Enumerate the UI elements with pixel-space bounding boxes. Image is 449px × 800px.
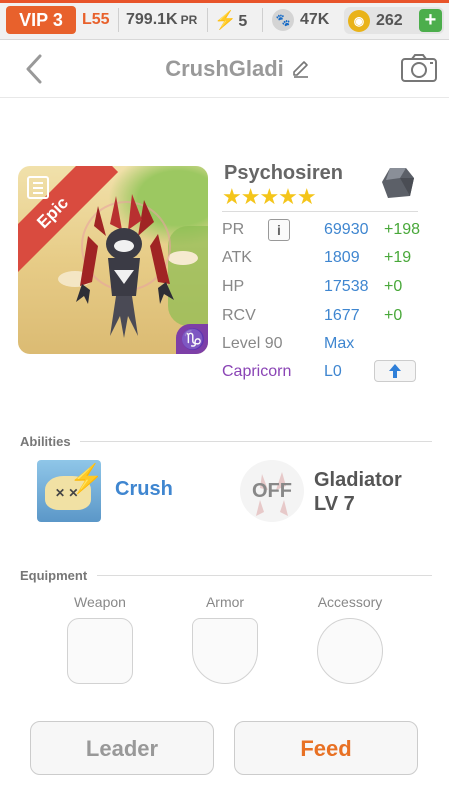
paw-value: 47K (300, 11, 330, 28)
leader-button[interactable]: Leader (30, 721, 214, 775)
accessory-slot-label: Accessory (317, 594, 383, 610)
coin-counter[interactable]: ◉ 262 + (344, 7, 444, 34)
passive-ability-name: Gladiator (314, 469, 402, 491)
energy-value: 5 (238, 13, 248, 30)
paw-icon: 🐾 (272, 9, 294, 31)
element-stone-icon (382, 168, 414, 198)
abilities-section-title: Abilities (20, 434, 71, 449)
crush-ability-icon[interactable]: ⚡ ✕ ✕ (37, 460, 101, 522)
armor-slot[interactable] (192, 618, 258, 684)
page-title: CrushGladi (165, 56, 284, 81)
passive-ability-level: LV 7 (314, 493, 355, 515)
stat-row-zodiac: Capricorn L0 (222, 358, 432, 386)
ability-eyes: ✕ ✕ (55, 486, 79, 500)
status-bar: VIP 3 L55 799.1K PR ⚡ 5 🐾 47K ◉ 262 + (0, 0, 449, 40)
capricorn-icon: ♑ (176, 324, 208, 354)
monster-portrait[interactable]: Epic ♑ (18, 166, 208, 354)
active-ability-name[interactable]: Crush (115, 478, 173, 501)
stat-row-rcv: RCV 1677 +0 (222, 302, 432, 330)
feed-button[interactable]: Feed (234, 721, 418, 775)
stat-row-atk: ATK 1809 +19 (222, 244, 432, 272)
status-bar-accent (0, 0, 449, 3)
stat-bonus: +198 (384, 221, 421, 238)
stat-bonus: +0 (384, 278, 403, 295)
gladiator-ability-icon[interactable]: OFF (240, 460, 304, 522)
divider (80, 441, 432, 442)
stat-label: HP (222, 278, 245, 295)
coin-value: 262 (376, 12, 403, 29)
stat-row-hp: HP 17538 +0 (222, 273, 432, 301)
coin-icon: ◉ (348, 10, 370, 32)
header: CrushGladi (0, 40, 449, 98)
edit-pencil-icon[interactable] (290, 58, 312, 80)
lightning-icon: ⚡ (214, 10, 237, 30)
stat-bonus: +0 (384, 307, 403, 324)
stat-value: 69930 (324, 221, 369, 238)
divider (97, 575, 432, 576)
weapon-slot-label: Weapon (74, 594, 126, 610)
arrow-up-icon (389, 364, 401, 378)
card-icon (27, 176, 49, 199)
stat-value: 1677 (324, 307, 360, 324)
stat-value: 1809 (324, 249, 360, 266)
upgrade-zodiac-button[interactable] (374, 360, 416, 382)
divider (222, 211, 418, 212)
stat-row-level: Level 90 Max (222, 330, 432, 358)
stat-row-pr: PR i 69930 +198 (222, 216, 432, 244)
divider (262, 8, 263, 32)
vip-badge[interactable]: VIP 3 (6, 6, 76, 34)
stat-label: RCV (222, 307, 256, 324)
star-rating: ★★★★★ (222, 184, 317, 209)
camera-icon[interactable] (400, 52, 438, 84)
player-pr: 799.1K PR (126, 8, 197, 32)
level-label: Level 90 (222, 335, 283, 352)
armor-slot-label: Armor (205, 594, 245, 610)
zodiac-level: L0 (324, 363, 342, 380)
add-coins-button[interactable]: + (419, 9, 442, 32)
stat-label: ATK (222, 249, 252, 266)
accessory-slot[interactable] (317, 618, 383, 684)
stat-label: PR (222, 221, 245, 238)
weapon-slot[interactable] (67, 618, 133, 684)
stat-bonus: +19 (384, 249, 412, 266)
divider (118, 8, 119, 32)
energy-counter[interactable]: ⚡ 5 (214, 8, 247, 32)
divider (207, 8, 208, 32)
stat-value: 17538 (324, 278, 369, 295)
player-pr-unit: PR (180, 13, 198, 27)
equipment-section-title: Equipment (20, 568, 88, 583)
info-button[interactable]: i (268, 219, 290, 241)
ability-off-label: OFF (252, 480, 292, 502)
zodiac-label: Capricorn (222, 363, 292, 380)
player-pr-value: 799.1K (126, 11, 178, 28)
monster-name: Psychosiren (224, 162, 343, 184)
passive-ability[interactable]: Gladiator LV 7 (314, 468, 402, 516)
level-value: Max (324, 335, 355, 352)
player-level: L55 (82, 11, 110, 28)
